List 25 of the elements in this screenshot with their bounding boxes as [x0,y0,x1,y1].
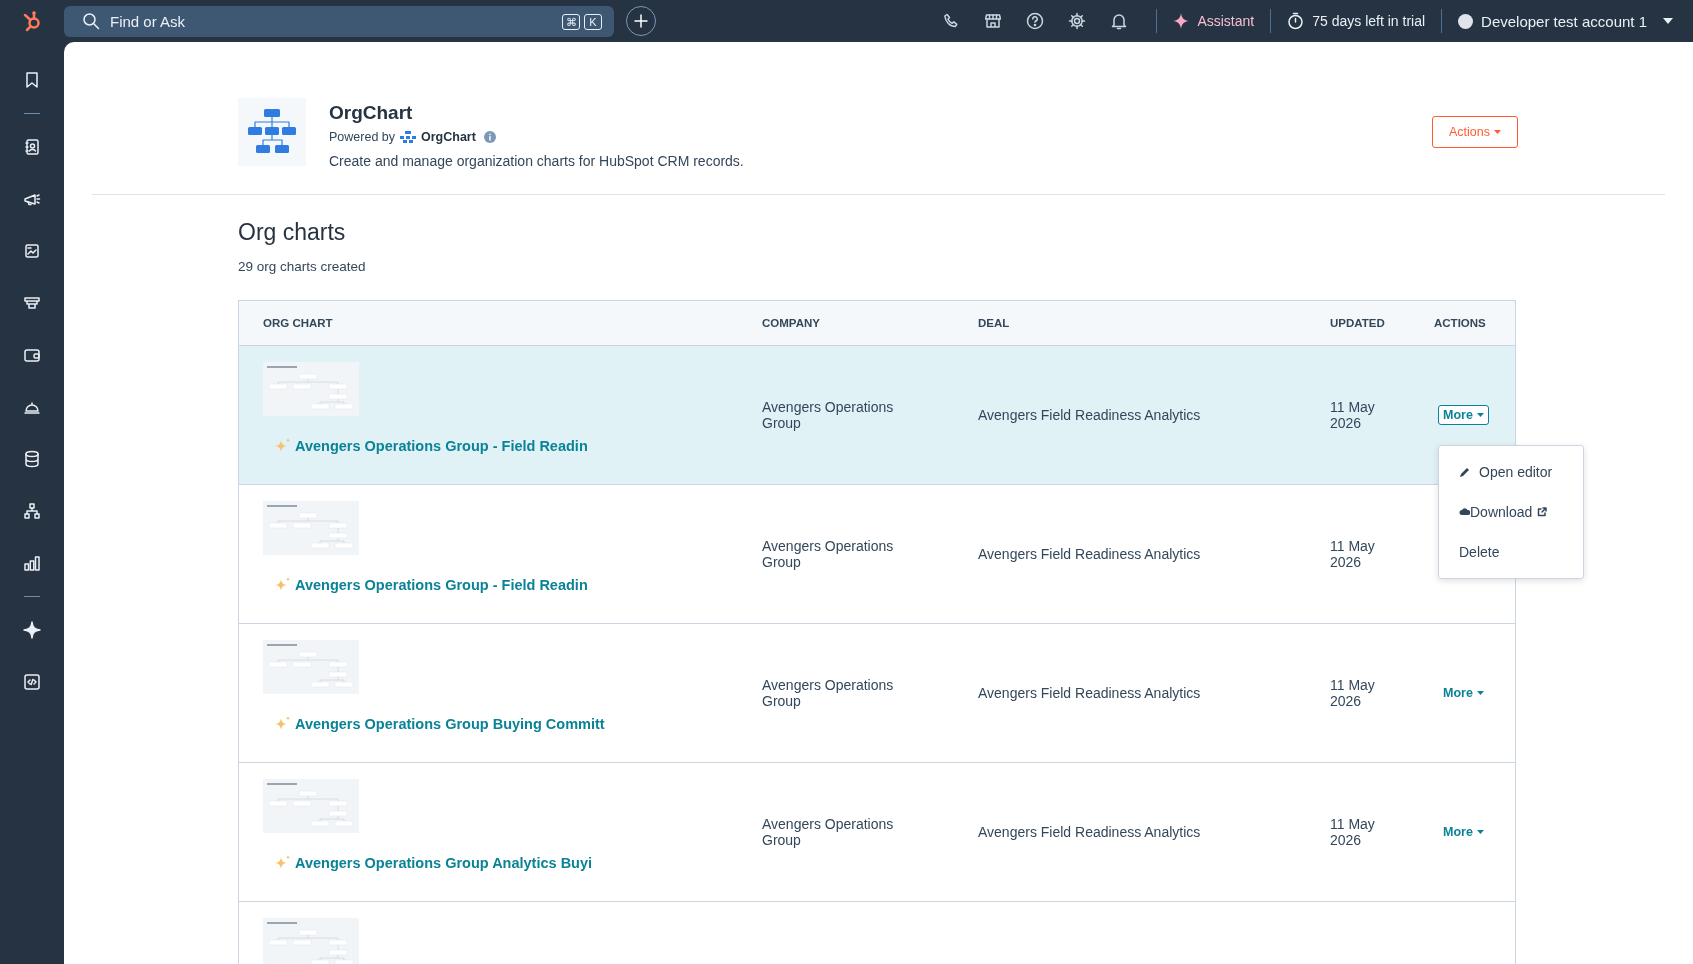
column-header: UPDATED [1330,317,1386,329]
app-title: OrgChart [329,102,414,124]
column-header: COMPANY [762,317,821,329]
table-cell-text: Avengers Operations Group [762,538,895,570]
table-cell-text: Avengers Operations Group [762,816,895,848]
shortcut-key: ⌘ [562,13,580,30]
table-cell: Avengers Field Readiness Analytics [978,407,1201,423]
column-header: ORG CHART [262,317,334,329]
table-cell-text: 11 May 2026 [1330,677,1376,709]
app-description: Create and manage organization charts for HubSpot CRM records. [329,153,744,169]
table-cell: Avengers Field Readiness Analytics [978,685,1201,701]
column-header: DEAL [978,317,1011,329]
powered-by-label: Powered by [329,130,395,144]
table-cell-text: Avengers Operations Group [762,399,895,431]
table-cell-text: 11 May 2026 [1330,538,1376,570]
table-cell: Avengers Field Readiness Analytics [978,546,1201,562]
shortcut-key: K [584,13,602,30]
chart-count: 29 org charts created [238,259,367,274]
table-cell: Avengers Field Readiness Analytics [978,824,1201,840]
table-cell-text: Avengers Operations Group [762,677,895,709]
table-cell-text: 11 May 2026 [1330,399,1376,431]
section-title: Org charts [238,219,347,246]
column-header: ACTIONS [1434,317,1487,329]
brand-name: OrgChart [421,130,476,144]
table-cell-text: 11 May 2026 [1330,816,1376,848]
